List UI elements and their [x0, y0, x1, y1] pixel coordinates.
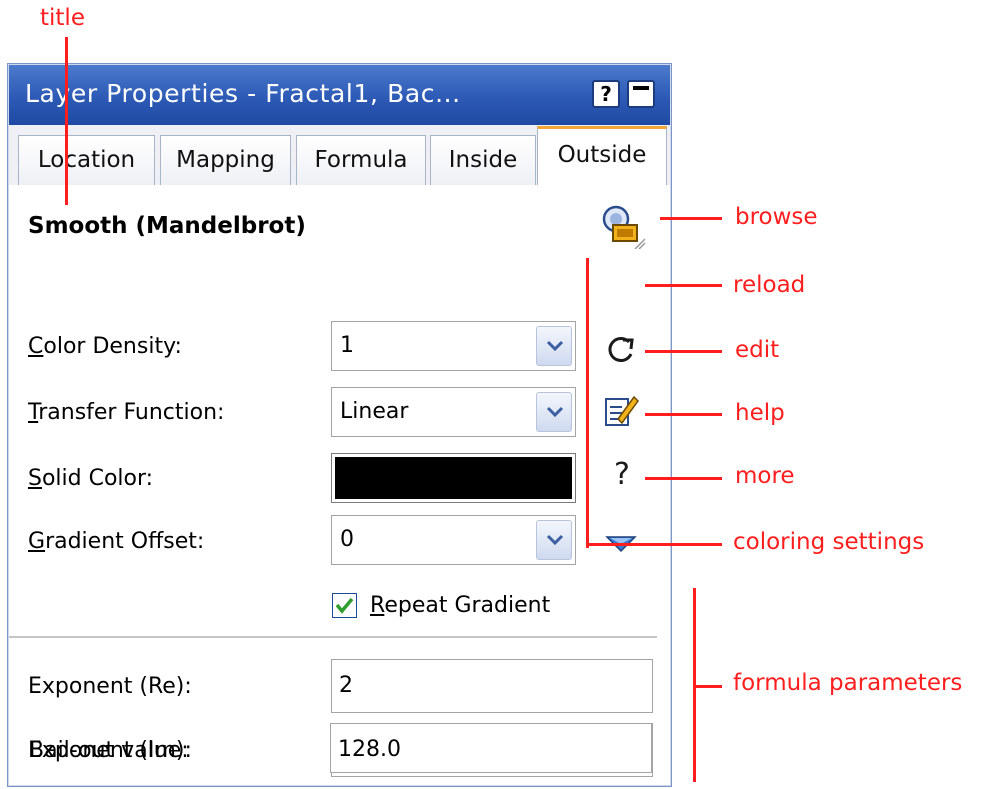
color-density-label: Color Density:	[28, 334, 182, 359]
tab-content-outside: Smooth (Mandelbrot) Color Density: 1 Tra…	[9, 185, 670, 785]
checkmark-icon	[335, 597, 354, 614]
tab-location[interactable]: Location	[18, 135, 155, 185]
help-button[interactable]: ?	[592, 80, 620, 108]
tab-mapping[interactable]: Mapping	[160, 135, 291, 185]
bailout-label: Bail-out value:	[29, 738, 189, 763]
color-fill	[335, 457, 572, 499]
annotation-formula-line	[693, 685, 722, 688]
annotation-title-line	[65, 37, 68, 205]
annotation-reload: reload	[733, 272, 806, 298]
tab-strip: Location Mapping Formula Inside Outside	[9, 125, 670, 185]
annotation-title: title	[40, 5, 85, 31]
gradient-offset-select[interactable]: 0	[331, 515, 576, 565]
transfer-function-select[interactable]: Linear	[331, 387, 576, 437]
chevron-down-icon	[546, 340, 564, 352]
color-density-value: 1	[340, 333, 354, 358]
window-title: Layer Properties - Fractal1, Bac...	[25, 79, 461, 108]
annotation-browse: browse	[735, 204, 818, 230]
annotation-more: more	[735, 463, 795, 489]
annotation-edit-line	[645, 350, 722, 353]
repeat-gradient-label[interactable]: Repeat Gradient	[370, 593, 550, 618]
reload-icon[interactable]	[605, 334, 637, 368]
annotation-more-line	[645, 477, 722, 480]
dropdown-button[interactable]	[536, 392, 572, 432]
annotation-edit: edit	[735, 337, 780, 363]
annotation-coloring-settings: coloring settings	[733, 529, 925, 555]
annotation-coloring-line	[586, 543, 722, 546]
layer-properties-panel: Layer Properties - Fractal1, Bac... ? Lo…	[7, 63, 672, 787]
title-bar[interactable]: Layer Properties - Fractal1, Bac... ?	[9, 65, 670, 125]
section-divider	[9, 636, 657, 638]
minimize-button[interactable]	[627, 80, 655, 108]
bailout-input[interactable]: 128.0	[330, 723, 652, 773]
gradient-offset-value: 0	[340, 527, 354, 552]
transfer-function-value: Linear	[340, 399, 409, 424]
transfer-function-label: Transfer Function:	[28, 400, 225, 425]
annotation-browse-line	[660, 217, 722, 220]
solid-color-swatch[interactable]	[331, 453, 576, 503]
exponent-re-label: Exponent (Re):	[28, 674, 192, 699]
dropdown-button[interactable]	[536, 520, 572, 560]
exponent-re-input[interactable]: 2	[331, 659, 653, 713]
solid-color-label: Solid Color:	[28, 466, 154, 491]
annotation-help: help	[735, 400, 785, 426]
dropdown-button[interactable]	[536, 326, 572, 366]
repeat-gradient-checkbox[interactable]	[332, 593, 357, 618]
tab-outside[interactable]: Outside	[537, 126, 667, 185]
tab-inside[interactable]: Inside	[430, 135, 536, 185]
browse-icon[interactable]	[599, 205, 647, 253]
annotation-formula-parameters: formula parameters	[733, 670, 963, 696]
coloring-title: Smooth (Mandelbrot)	[28, 213, 306, 239]
annotation-help-line	[645, 413, 722, 416]
gradient-offset-label: Gradient Offset:	[28, 529, 205, 554]
chevron-down-icon	[546, 406, 564, 418]
help-icon[interactable]: ?	[614, 457, 630, 492]
chevron-down-icon	[546, 534, 564, 546]
edit-icon[interactable]	[604, 393, 640, 431]
color-density-select[interactable]: 1	[331, 321, 576, 371]
annotation-reload-line	[645, 284, 722, 287]
tab-formula[interactable]: Formula	[296, 135, 426, 185]
annotation-coloring-bracket	[586, 258, 589, 548]
more-icon[interactable]	[605, 535, 637, 557]
